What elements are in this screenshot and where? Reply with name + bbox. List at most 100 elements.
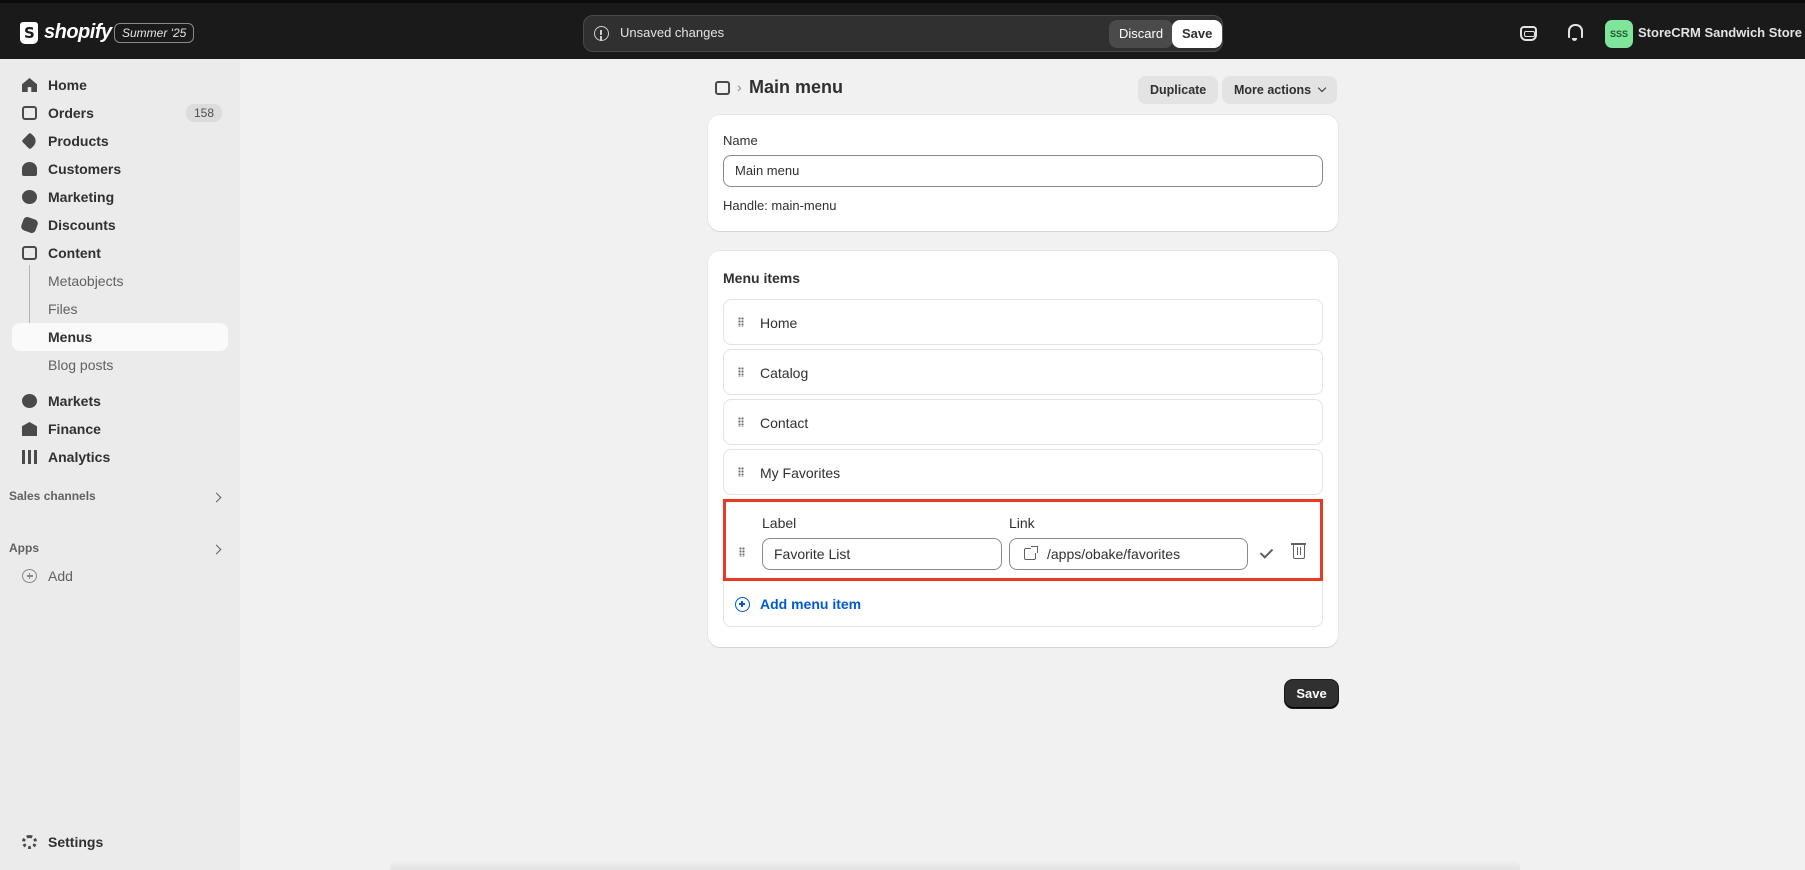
trash-icon[interactable] — [1291, 543, 1306, 559]
sidebar-item-finance[interactable]: Finance — [12, 415, 228, 443]
save-button[interactable]: Save — [1285, 680, 1338, 708]
apps-heading[interactable]: Apps — [9, 541, 39, 555]
sales-channels-heading[interactable]: Sales channels — [9, 489, 96, 503]
sidebar-item-orders[interactable]: Orders 158 — [12, 99, 228, 127]
external-link-icon — [1024, 546, 1038, 560]
more-actions-label: More actions — [1234, 83, 1312, 97]
orders-count-badge: 158 — [185, 104, 222, 122]
bottom-edge-shadow — [390, 860, 1520, 870]
store-avatar[interactable]: SSS — [1605, 20, 1633, 48]
sidebar-item-discounts[interactable]: Discounts — [12, 211, 228, 239]
edition-badge[interactable]: Summer '25 — [114, 23, 195, 43]
add-menu-item-button[interactable]: Add menu item — [760, 596, 861, 612]
bell-icon[interactable] — [1565, 22, 1585, 42]
sidebar-item-menus[interactable]: Menus — [12, 323, 228, 351]
discount-icon — [20, 215, 39, 235]
alert-circle-icon — [594, 26, 609, 41]
link-value: /apps/obake/favorites — [1047, 546, 1181, 562]
chevron-right-icon[interactable] — [211, 544, 222, 555]
drag-handle-icon[interactable] — [738, 367, 744, 377]
shopify-logo[interactable]: shopify — [20, 21, 112, 44]
sidebar-item-products[interactable]: Products — [12, 127, 228, 155]
unsaved-changes-bar: Unsaved changes Discard Save — [583, 15, 1223, 52]
content-icon[interactable] — [715, 81, 730, 95]
check-icon[interactable] — [1259, 545, 1274, 559]
drag-handle-icon[interactable] — [738, 467, 744, 477]
chart-icon — [22, 450, 37, 464]
unsaved-changes-text: Unsaved changes — [620, 25, 725, 40]
tag-icon — [21, 132, 39, 150]
sidebar-item-label: Add — [48, 568, 73, 584]
discard-button[interactable]: Discard — [1109, 20, 1174, 48]
name-card: Name Main menu Handle: main-menu — [708, 115, 1338, 231]
more-actions-button[interactable]: More actions — [1222, 76, 1338, 104]
menu-item-row[interactable]: My Favorites — [723, 449, 1323, 495]
sidebar-item-label: Blog posts — [48, 357, 114, 373]
sidebar-item-label: Orders — [48, 105, 94, 121]
gear-icon — [22, 835, 37, 849]
sidebar-item-customers[interactable]: Customers — [12, 155, 228, 183]
sidebar-item-label: Home — [48, 77, 87, 93]
sidebar-item-label: Markets — [48, 393, 101, 409]
handle-text: Handle: main-menu — [723, 198, 837, 213]
drag-handle-icon[interactable] — [739, 547, 745, 557]
label-input[interactable]: Favorite List — [762, 538, 1002, 570]
sidebar-item-home[interactable]: Home — [12, 71, 228, 99]
link-heading: Link — [1009, 515, 1035, 531]
top-bar: shopify Summer '25 Unsaved changes Disca… — [0, 0, 1805, 59]
page-title: Main menu — [749, 77, 844, 97]
sidebar: Home Orders 158 Products Customers Marke… — [0, 59, 240, 870]
sidebar-item-content[interactable]: Content — [12, 239, 228, 267]
home-icon — [22, 78, 37, 92]
duplicate-button[interactable]: Duplicate — [1138, 76, 1219, 104]
sidebar-item-label: Finance — [48, 421, 101, 437]
chevron-down-icon — [1317, 83, 1327, 93]
content-icon — [22, 246, 37, 260]
sidebar-item-markets[interactable]: Markets — [12, 387, 228, 415]
drag-handle-icon[interactable] — [738, 417, 744, 427]
sidebar-item-label: Analytics — [48, 449, 111, 465]
sidebar-item-label: Products — [48, 133, 109, 149]
person-icon — [22, 162, 37, 176]
link-input[interactable]: /apps/obake/favorites — [1009, 538, 1248, 570]
name-input[interactable]: Main menu — [723, 155, 1323, 187]
sidebar-item-settings[interactable]: Settings — [12, 828, 228, 856]
menu-item-label: My Favorites — [760, 465, 841, 481]
add-circle-icon — [22, 569, 37, 583]
sidebar-item-label: Files — [48, 301, 78, 317]
add-menu-item-row[interactable]: Add menu item — [723, 581, 1323, 627]
sidebar-item-blog-posts[interactable]: Blog posts — [12, 351, 228, 379]
sidebar-item-metaobjects[interactable]: Metaobjects — [12, 267, 228, 295]
sidebar-item-label: Menus — [48, 329, 93, 345]
menu-item-label: Catalog — [760, 365, 809, 381]
bank-icon — [22, 422, 37, 436]
orders-icon — [22, 106, 37, 120]
sidebar-item-label: Discounts — [48, 217, 116, 233]
menu-item-row[interactable]: Catalog — [723, 349, 1323, 395]
sidebar-item-label: Content — [48, 245, 101, 261]
menu-item-row[interactable]: Contact — [723, 399, 1323, 445]
store-icon[interactable] — [1520, 26, 1537, 41]
store-name[interactable]: StoreCRM Sandwich Store — [1638, 25, 1802, 40]
drag-handle-icon[interactable] — [738, 317, 744, 327]
sidebar-item-files[interactable]: Files — [12, 295, 228, 323]
breadcrumb-separator: › — [737, 79, 742, 95]
target-icon — [22, 190, 37, 204]
sidebar-item-analytics[interactable]: Analytics — [12, 443, 228, 471]
chevron-right-icon[interactable] — [211, 492, 222, 503]
name-label: Name — [723, 133, 758, 148]
plus-circle-icon — [735, 597, 750, 612]
save-button-top[interactable]: Save — [1172, 20, 1223, 48]
sidebar-item-label: Marketing — [48, 189, 115, 205]
menu-item-edit-row: Label Favorite List Link /apps/obake/fav… — [723, 499, 1323, 581]
menu-items-card: Menu items Home Catalog Contact My Favor… — [708, 251, 1338, 647]
menu-item-label: Home — [760, 315, 798, 331]
menu-item-row[interactable]: Home — [723, 299, 1323, 345]
menu-item-label: Contact — [760, 415, 809, 431]
sidebar-item-marketing[interactable]: Marketing — [12, 183, 228, 211]
brand-name: shopify — [44, 21, 112, 43]
sidebar-item-add[interactable]: Add — [12, 562, 228, 590]
sidebar-item-label: Settings — [48, 834, 104, 850]
menu-items-title: Menu items — [723, 270, 801, 286]
label-heading: Label — [762, 515, 797, 531]
